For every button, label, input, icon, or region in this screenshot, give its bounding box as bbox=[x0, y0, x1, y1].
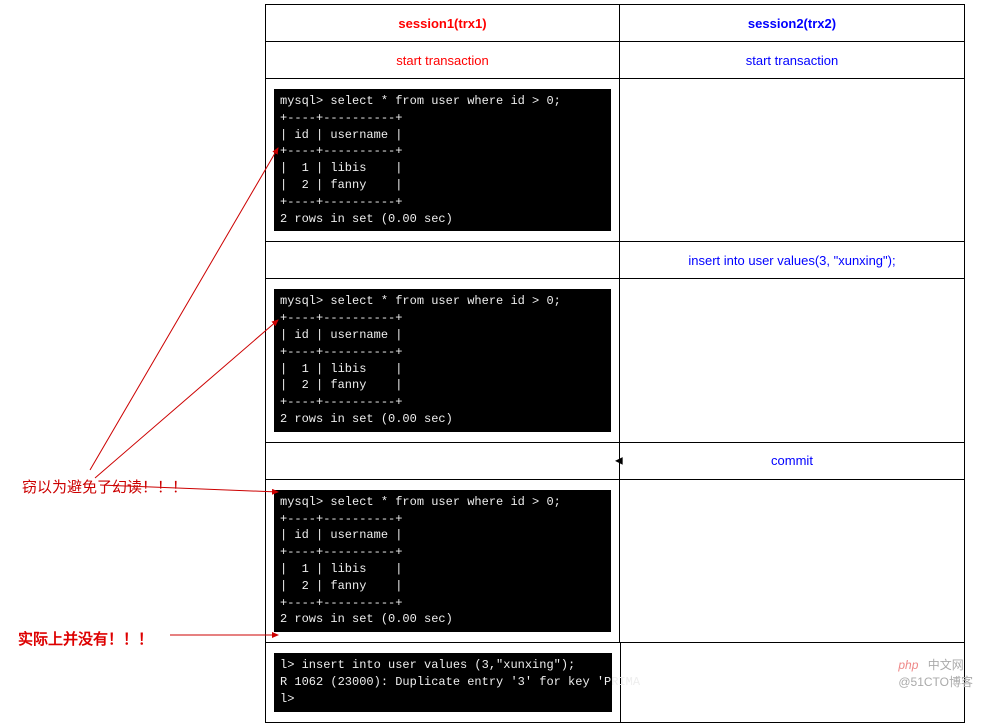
watermark-php: php bbox=[898, 658, 918, 672]
annotation-phantom-read: 窃以为避免了幻读！！！ bbox=[22, 476, 187, 497]
main-container: 窃以为避免了幻读！！！ 实际上并没有！！！ session1(trx1) ses… bbox=[0, 0, 983, 723]
commit-label: commit bbox=[771, 453, 813, 468]
arrow-left-icon: ◀ bbox=[615, 455, 623, 466]
table-row: mysql> select * from user where id > 0; … bbox=[266, 279, 964, 442]
table-row: mysql> select * from user where id > 0; … bbox=[266, 79, 964, 242]
table-row: ◀ commit bbox=[266, 443, 964, 480]
select-3: mysql> select * from user where id > 0; … bbox=[266, 480, 620, 642]
watermark-cto: @51CTO博客 bbox=[898, 675, 973, 689]
start-tx-2: start transaction bbox=[620, 42, 964, 78]
insert-stmt: insert into user values(3, "xunxing"); bbox=[620, 242, 964, 278]
empty-cell bbox=[620, 279, 964, 315]
watermark: php 中文网 @51CTO博客 bbox=[898, 656, 973, 690]
code-select-3: mysql> select * from user where id > 0; … bbox=[274, 490, 611, 632]
table-row: insert into user values(3, "xunxing"); bbox=[266, 242, 964, 279]
table-row: l> insert into user values (3,"xunxing")… bbox=[266, 643, 964, 721]
commit-stmt: ◀ commit bbox=[620, 443, 964, 479]
select-2: mysql> select * from user where id > 0; … bbox=[266, 279, 620, 441]
table-row: mysql> select * from user where id > 0; … bbox=[266, 480, 964, 643]
annotation-actually-not: 实际上并没有！！！ bbox=[18, 628, 153, 649]
sessions-table: session1(trx1) session2(trx2) start tran… bbox=[265, 4, 965, 723]
empty-cell bbox=[620, 480, 964, 516]
empty-cell bbox=[620, 79, 964, 115]
header-row: session1(trx1) session2(trx2) bbox=[266, 5, 964, 42]
header-session2: session2(trx2) bbox=[620, 5, 964, 41]
empty-cell bbox=[266, 443, 620, 479]
left-annotations: 窃以为避免了幻读！！！ 实际上并没有！！！ bbox=[0, 0, 265, 723]
code-insert-fail: l> insert into user values (3,"xunxing")… bbox=[274, 653, 612, 711]
watermark-cn: 中文网 bbox=[928, 658, 964, 672]
select-1: mysql> select * from user where id > 0; … bbox=[266, 79, 620, 241]
table-row: start transaction start transaction bbox=[266, 42, 964, 79]
empty-cell bbox=[266, 242, 620, 278]
start-tx-1: start transaction bbox=[266, 42, 620, 78]
insert-fail: l> insert into user values (3,"xunxing")… bbox=[266, 643, 621, 721]
header-session1: session1(trx1) bbox=[266, 5, 620, 41]
code-select-1: mysql> select * from user where id > 0; … bbox=[274, 89, 611, 231]
code-select-2: mysql> select * from user where id > 0; … bbox=[274, 289, 611, 431]
